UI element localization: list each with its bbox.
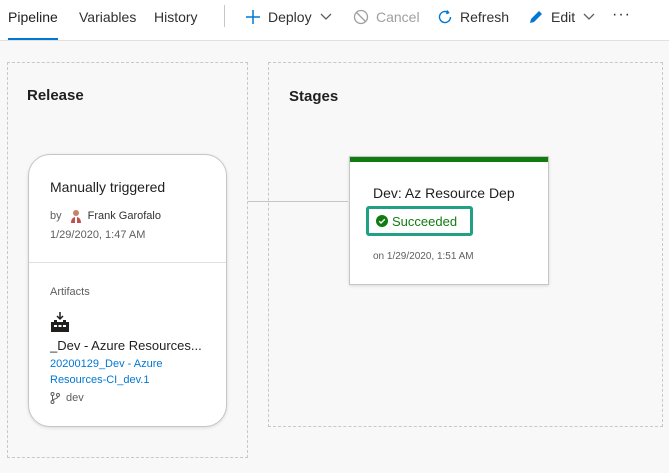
- stage-card[interactable]: Dev: Az Resource Dep Succeeded on 1/29/2…: [349, 156, 549, 285]
- chevron-down-icon: [320, 13, 332, 21]
- stages-section-title: Stages: [289, 88, 339, 105]
- stage-date: on 1/29/2020, 1:51 AM: [373, 251, 474, 262]
- build-artifact-icon: [50, 312, 70, 337]
- avatar-icon: [70, 209, 82, 223]
- active-tab-indicator: [8, 38, 58, 40]
- release-card[interactable]: Manually triggered by Frank Garofalo 1/2…: [28, 154, 227, 427]
- pipeline-connector-line: [248, 201, 348, 202]
- artifacts-label: Artifacts: [50, 286, 90, 298]
- toolbar: Pipeline Variables History Deploy Cancel…: [0, 0, 669, 41]
- tab-variables-label: Variables: [79, 9, 137, 25]
- cancel-label: Cancel: [376, 9, 420, 25]
- artifact-version-link[interactable]: 20200129_Dev - Azure Resources-CI_dev.1: [50, 356, 200, 388]
- by-label: by: [50, 210, 62, 222]
- branch-icon: [50, 392, 60, 404]
- toolbar-divider: [224, 5, 225, 27]
- artifact-branch: dev: [50, 392, 84, 404]
- edit-label: Edit: [551, 9, 576, 25]
- stage-name: Dev: Az Resource Dep: [373, 185, 515, 201]
- refresh-label: Refresh: [460, 9, 510, 25]
- deploy-button[interactable]: Deploy: [244, 0, 332, 34]
- stage-status-badge[interactable]: Succeeded: [366, 206, 473, 236]
- card-divider: [29, 262, 226, 263]
- deploy-label: Deploy: [268, 9, 312, 25]
- edit-button[interactable]: Edit: [527, 0, 595, 34]
- check-circle-icon: [376, 215, 388, 227]
- release-author-line: by Frank Garofalo: [50, 209, 161, 223]
- tab-history[interactable]: History: [154, 0, 198, 41]
- plus-icon: [244, 8, 262, 26]
- cancel-button[interactable]: Cancel: [352, 0, 420, 34]
- refresh-button[interactable]: Refresh: [436, 0, 509, 34]
- more-options-button[interactable]: ···: [612, 6, 631, 24]
- cancel-icon: [352, 8, 370, 26]
- stage-status-bar: [350, 157, 548, 162]
- chevron-down-icon: [583, 13, 595, 21]
- tab-pipeline-label: Pipeline: [8, 9, 58, 25]
- branch-name: dev: [66, 392, 84, 404]
- release-date: 1/29/2020, 1:47 AM: [50, 229, 146, 241]
- release-trigger: Manually triggered: [50, 179, 166, 195]
- stage-status-text: Succeeded: [392, 213, 458, 229]
- tab-pipeline[interactable]: Pipeline: [8, 0, 58, 41]
- tab-history-label: History: [154, 9, 198, 25]
- refresh-icon: [436, 8, 454, 26]
- tab-variables[interactable]: Variables: [79, 0, 136, 41]
- pencil-icon: [527, 8, 545, 26]
- artifact-name: _Dev - Azure Resources...: [50, 338, 202, 353]
- release-author: Frank Garofalo: [87, 210, 161, 222]
- release-section-title: Release: [27, 87, 84, 104]
- more-icon: ···: [612, 6, 631, 23]
